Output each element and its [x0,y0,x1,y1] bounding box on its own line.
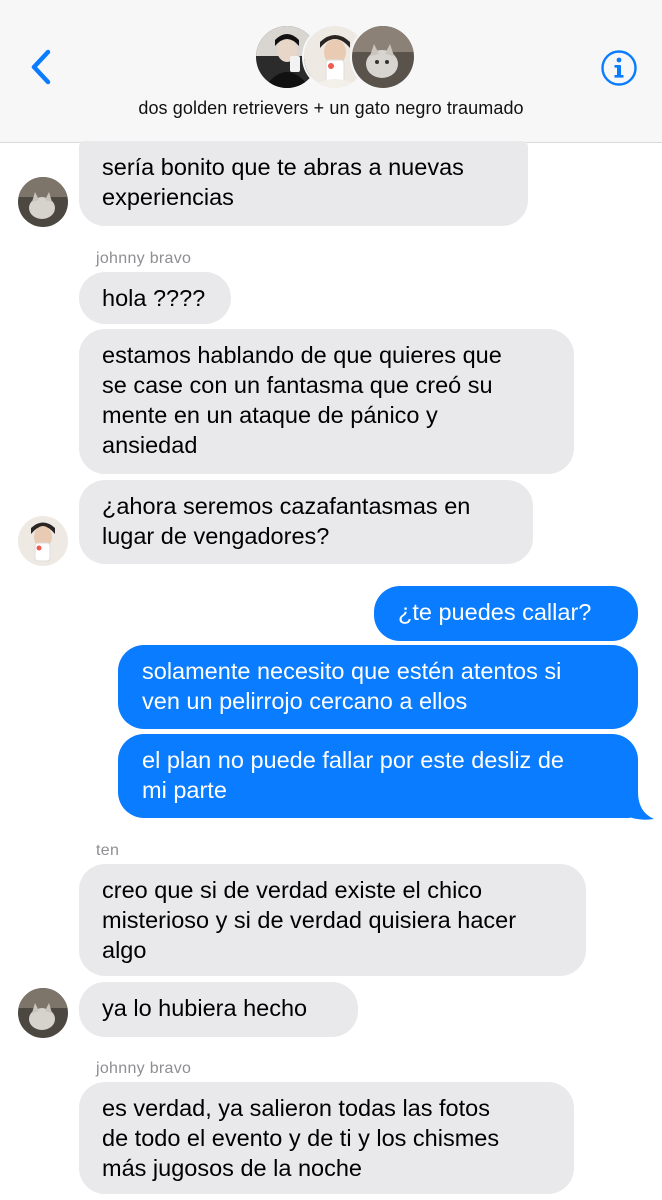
sender-avatar[interactable] [18,516,68,566]
message-bubble-incoming[interactable]: sería bonito que te abras a nuevas exper… [79,141,528,226]
message-text-line: ¿te puedes callar? [398,599,592,625]
message-text-line: se case con un fantasma que creó su [102,372,493,398]
message-text-line: el plan no puede fallar por este desliz … [142,747,564,773]
conversation-header: dos golden retrievers + un gato negro tr… [0,0,662,143]
message-bubble-incoming[interactable]: ya lo hubiera hecho [79,982,358,1037]
group-avatars[interactable] [254,24,416,90]
message-text-line: misterioso y si de verdad quisiera hacer [102,907,517,933]
message-text-line: experiencias [102,184,234,210]
message-bubble-outgoing[interactable]: solamente necesito que estén atentos si … [118,645,638,729]
sender-avatar[interactable] [18,988,68,1038]
message-text-line: creo que si de verdad existe el chico [102,877,483,903]
message-bubble-incoming[interactable]: creo que si de verdad existe el chico mi… [79,864,586,976]
sender-avatar[interactable] [18,177,68,227]
info-button[interactable] [596,45,642,91]
message-text-line: ¿ahora seremos cazafantasmas en [102,493,471,519]
message-bubble-incoming[interactable]: hola ???? [79,272,231,324]
back-button[interactable] [24,44,64,90]
message-text-line: solamente necesito que estén atentos si [142,658,562,684]
group-title[interactable]: dos golden retrievers + un gato negro tr… [0,98,662,119]
message-text-line: mi parte [142,777,227,803]
message-text-line: lugar de vengadores? [102,523,330,549]
message-text-line: es verdad, ya salieron todas las fotos [102,1095,490,1121]
message-text-line: de todo el evento y de ti y los chismes [102,1125,500,1151]
message-text-line: algo [102,937,147,963]
message-text-line: ya lo hubiera hecho [102,995,308,1021]
message-bubble-incoming[interactable]: ¿ahora seremos cazafantasmas en lugar de… [79,480,533,564]
message-text-line: ansiedad [102,432,198,458]
message-text-line: hola ???? [102,285,206,311]
sender-name: ten [96,842,120,859]
info-circle-icon [601,50,637,86]
bubble-tail [620,792,654,820]
message-text-line: sería bonito que te abras a nuevas [102,154,464,180]
message-bubble-outgoing[interactable]: ¿te puedes callar? [374,586,638,641]
message-bubble-incoming[interactable]: estamos hablando de que quieres que se c… [79,329,574,474]
message-text-line: más jugosos de la noche [102,1155,362,1181]
message-text-line: mente en un ataque de pánico y [102,402,438,428]
chevron-left-icon [31,49,51,85]
sender-name: johnny bravo [96,1060,192,1077]
message-text-line: estamos hablando de que quieres que [102,342,502,368]
group-avatar-photo [350,24,416,90]
message-bubble-incoming[interactable]: es verdad, ya salieron todas las fotos d… [79,1082,574,1194]
message-bubble-outgoing[interactable]: el plan no puede fallar por este desliz … [118,734,638,818]
message-text-line: ven un pelirrojo cercano a ellos [142,688,468,714]
sender-name: johnny bravo [96,250,192,267]
